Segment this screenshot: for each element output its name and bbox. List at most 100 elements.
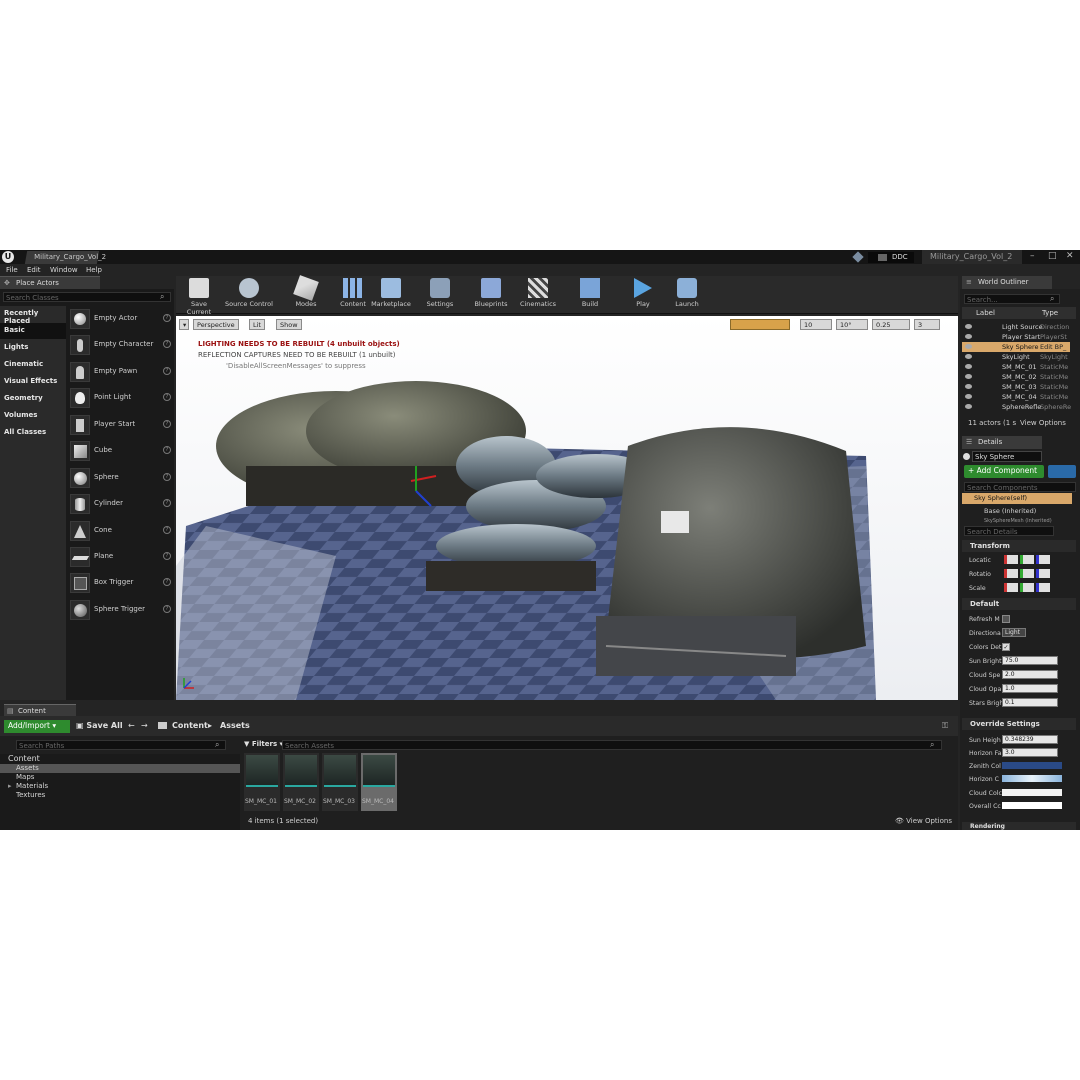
actor-name-field[interactable]: Sky Sphere bbox=[972, 451, 1042, 462]
tree-item-content[interactable]: Content bbox=[0, 754, 240, 763]
filters-button[interactable]: ▼ Filters ▾ bbox=[244, 740, 283, 748]
cinematics-button[interactable]: Cinematics bbox=[518, 278, 558, 312]
add-component-button[interactable]: + Add Component bbox=[964, 465, 1044, 478]
help-icon[interactable]: ? bbox=[163, 473, 171, 481]
category-volumes[interactable]: Volumes bbox=[0, 408, 66, 424]
help-icon[interactable]: ? bbox=[163, 578, 171, 586]
expand-arrow-icon[interactable]: ▸ bbox=[8, 782, 12, 790]
rotation-x-field[interactable] bbox=[1004, 569, 1018, 578]
play-button[interactable]: Play bbox=[626, 278, 660, 312]
actor-item-cube[interactable]: Cube ? bbox=[68, 439, 174, 463]
actor-item-empty-character[interactable]: Empty Character ? bbox=[68, 333, 174, 357]
forward-icon[interactable]: → bbox=[141, 721, 148, 730]
actor-item-sphere-trigger[interactable]: Sphere Trigger ? bbox=[68, 598, 174, 622]
horizon-falloff-field[interactable]: 3.0 bbox=[1002, 748, 1058, 757]
scale-snap-button[interactable]: 0.25 bbox=[872, 319, 910, 330]
visibility-icon[interactable] bbox=[965, 404, 972, 409]
tree-item-assets[interactable]: Assets bbox=[0, 764, 240, 773]
search-paths-input[interactable]: Search Paths bbox=[16, 740, 226, 750]
asset-tile-sm-mc-02[interactable]: SM_MC_02 bbox=[283, 753, 319, 811]
component-base[interactable]: Base (Inherited) bbox=[962, 506, 1072, 517]
content-button[interactable]: Content bbox=[336, 278, 370, 312]
category-recently-placed[interactable]: Recently Placed bbox=[0, 306, 66, 325]
help-icon[interactable]: ? bbox=[163, 393, 171, 401]
visibility-icon[interactable] bbox=[965, 374, 972, 379]
show-button[interactable]: Show bbox=[276, 319, 302, 330]
help-icon[interactable]: ? bbox=[163, 314, 171, 322]
rotation-snap-button[interactable]: 10° bbox=[836, 319, 868, 330]
actor-item-player-start[interactable]: Player Start ? bbox=[68, 413, 174, 437]
cloud-opacity-field[interactable]: 1.0 bbox=[1002, 684, 1058, 693]
component-self[interactable]: Sky Sphere(self) bbox=[962, 493, 1072, 504]
actor-item-empty-actor[interactable]: Empty Actor ? bbox=[68, 307, 174, 331]
actor-type[interactable]: Edit BP_ bbox=[1040, 343, 1066, 351]
sun-brightness-field[interactable]: 75.0 bbox=[1002, 656, 1058, 665]
marketplace-button[interactable]: Marketplace bbox=[370, 278, 412, 312]
tree-item-textures[interactable]: Textures bbox=[0, 791, 240, 800]
search-components-input[interactable]: Search Components bbox=[964, 482, 1076, 492]
grid-snap-button[interactable]: 10 bbox=[800, 319, 832, 330]
section-rendering[interactable]: Rendering bbox=[962, 822, 1076, 830]
camera-speed-button[interactable]: 3 bbox=[914, 319, 940, 330]
launch-button[interactable]: Launch bbox=[670, 278, 704, 312]
scale-z-field[interactable] bbox=[1036, 583, 1050, 592]
category-all-classes[interactable]: All Classes bbox=[0, 425, 66, 441]
menu-window[interactable]: Window bbox=[50, 266, 78, 274]
add-import-button[interactable]: Add/Import ▾ bbox=[4, 720, 70, 733]
blueprint-button[interactable] bbox=[1048, 465, 1076, 478]
label-column-header[interactable]: Label bbox=[976, 309, 995, 317]
visibility-icon[interactable] bbox=[965, 354, 972, 359]
search-assets-input[interactable]: Search Assets bbox=[282, 740, 942, 750]
lit-button[interactable]: Lit bbox=[249, 319, 265, 330]
outliner-row[interactable]: SkyLight SkyLight bbox=[962, 352, 1070, 362]
outliner-view-options[interactable]: View Options bbox=[1020, 419, 1066, 427]
maximize-icon[interactable]: □ bbox=[1048, 251, 1057, 261]
rotation-y-field[interactable] bbox=[1020, 569, 1034, 578]
breadcrumb-assets[interactable]: Assets bbox=[220, 721, 250, 730]
outliner-row[interactable]: SphereRefle SphereRe bbox=[962, 402, 1071, 412]
menu-edit[interactable]: Edit bbox=[27, 266, 41, 274]
search-details-input[interactable]: Search Details bbox=[964, 526, 1054, 536]
breadcrumb-content[interactable]: Content bbox=[172, 721, 208, 730]
visibility-icon[interactable] bbox=[965, 324, 972, 329]
cloud-speed-field[interactable]: 2.0 bbox=[1002, 670, 1058, 679]
source-control-button[interactable]: Source Control bbox=[222, 278, 276, 312]
visibility-icon[interactable] bbox=[965, 334, 972, 339]
colors-checkbox[interactable]: ✓ bbox=[1002, 643, 1010, 651]
help-icon[interactable]: ? bbox=[163, 499, 171, 507]
place-actors-tab[interactable]: ✥ Place Actors bbox=[0, 276, 100, 289]
visibility-icon[interactable] bbox=[965, 394, 972, 399]
build-button[interactable]: Build bbox=[574, 278, 606, 312]
settings-button[interactable]: Settings bbox=[422, 278, 458, 312]
blueprints-button[interactable]: Blueprints bbox=[472, 278, 510, 312]
category-cinematic[interactable]: Cinematic bbox=[0, 357, 66, 373]
viewport-options-button[interactable]: ▾ bbox=[179, 319, 189, 330]
outliner-row[interactable]: SM_MC_02 StaticMe bbox=[962, 372, 1070, 382]
outliner-row[interactable]: SM_MC_01 StaticMe bbox=[962, 362, 1070, 372]
content-browser-tab[interactable]: ▤ Content Browser bbox=[4, 704, 76, 723]
visibility-icon[interactable] bbox=[965, 384, 972, 389]
help-icon[interactable]: ? bbox=[163, 605, 171, 613]
view-options-button[interactable]: 👁 View Options bbox=[895, 817, 952, 825]
category-geometry[interactable]: Geometry bbox=[0, 391, 66, 407]
cloud-color-swatch[interactable] bbox=[1002, 789, 1062, 796]
actor-item-box-trigger[interactable]: Box Trigger ? bbox=[68, 571, 174, 595]
help-icon[interactable]: ? bbox=[163, 420, 171, 428]
transform-mode-buttons[interactable] bbox=[730, 319, 790, 330]
category-lights[interactable]: Lights bbox=[0, 340, 66, 356]
actor-item-point-light[interactable]: Point Light ? bbox=[68, 386, 174, 410]
rotation-z-field[interactable] bbox=[1036, 569, 1050, 578]
scale-y-field[interactable] bbox=[1020, 583, 1034, 592]
back-icon[interactable]: ← bbox=[128, 721, 135, 730]
refresh-checkbox[interactable] bbox=[1002, 615, 1010, 623]
outliner-row[interactable]: SM_MC_04 StaticMe bbox=[962, 392, 1070, 402]
tree-item-maps[interactable]: Maps bbox=[0, 773, 240, 782]
level-viewport[interactable]: ▾ Perspective Lit Show 10 10° 0.25 3 LIG… bbox=[176, 316, 958, 700]
sun-height-field[interactable]: 0.348239 bbox=[1002, 735, 1058, 744]
help-icon[interactable]: ? bbox=[163, 367, 171, 375]
help-icon[interactable]: ? bbox=[163, 526, 171, 534]
asset-tile-sm-mc-03[interactable]: SM_MC_03 bbox=[322, 753, 358, 811]
type-column-header[interactable]: Type bbox=[1042, 309, 1058, 317]
location-y-field[interactable] bbox=[1020, 555, 1034, 564]
component-mesh[interactable]: SkySphereMesh (Inherited) bbox=[962, 517, 1072, 523]
